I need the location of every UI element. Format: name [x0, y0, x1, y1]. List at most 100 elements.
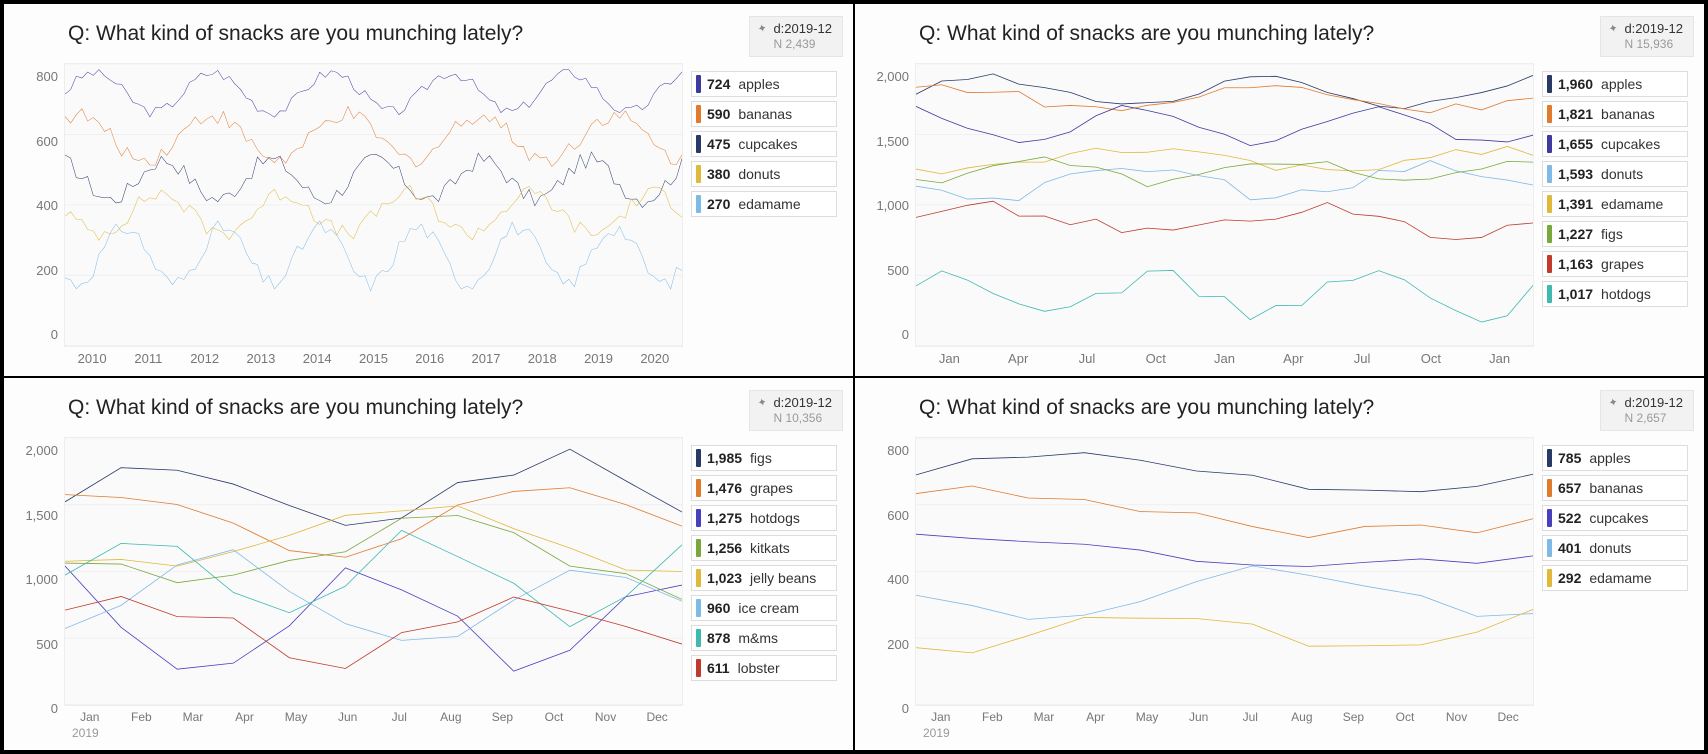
- meta-box[interactable]: ✦ d:2019-12 N 10,356: [749, 390, 843, 431]
- y-tick: 200: [36, 263, 58, 278]
- x-tick: 2016: [402, 351, 458, 366]
- series-figs[interactable]: [65, 449, 682, 525]
- chart-title: Q: What kind of snacks are you munching …: [68, 396, 523, 420]
- series-edamame[interactable]: [916, 610, 1533, 653]
- legend-item[interactable]: 1,017hotdogs: [1542, 281, 1688, 307]
- legend-item[interactable]: 1,275hotdogs: [691, 505, 837, 531]
- legend-item[interactable]: 1,960apples: [1542, 71, 1688, 97]
- x-tick: Jan: [915, 710, 967, 724]
- plot-area: 2,0001,5001,0005000JanAprJulOctJanAprJul…: [871, 63, 1534, 366]
- series-apples[interactable]: [916, 74, 1533, 109]
- y-tick: 1,000: [25, 572, 58, 587]
- meta-n: N 15,936: [1624, 37, 1683, 52]
- legend-item[interactable]: 590bananas: [691, 101, 837, 127]
- legend-item[interactable]: 785apples: [1542, 445, 1688, 471]
- legend-item[interactable]: 380donuts: [691, 161, 837, 187]
- series-ice cream[interactable]: [65, 550, 682, 641]
- legend-item[interactable]: 1,476grapes: [691, 475, 837, 501]
- panel-br: Q: What kind of snacks are you munching …: [854, 377, 1705, 751]
- legend-label: ice cream: [738, 600, 799, 616]
- y-tick: 1,500: [25, 508, 58, 523]
- legend-item[interactable]: 475cupcakes: [691, 131, 837, 157]
- legend-item[interactable]: 724apples: [691, 71, 837, 97]
- series-grapes[interactable]: [916, 201, 1533, 239]
- legend-item[interactable]: 1,256kitkats: [691, 535, 837, 561]
- legend-label: donuts: [738, 166, 780, 182]
- legend-item[interactable]: 1,593donuts: [1542, 161, 1688, 187]
- legend-item[interactable]: 1,821bananas: [1542, 101, 1688, 127]
- legend-label: lobster: [738, 660, 780, 676]
- legend-swatch: [1547, 225, 1552, 243]
- meta-box[interactable]: ✦ d:2019-12 N 2,657: [1600, 390, 1694, 431]
- x-tick: 2011: [120, 351, 176, 366]
- x-tick: Aug: [1276, 710, 1328, 724]
- legend-value: 724: [707, 76, 730, 92]
- legend-label: grapes: [1601, 256, 1644, 272]
- legend-item[interactable]: 1,227figs: [1542, 221, 1688, 247]
- legend: 785apples 657bananas 522cupcakes 401donuts 2…: [1542, 437, 1688, 740]
- legend-swatch: [1547, 165, 1552, 183]
- series-cupcakes[interactable]: [916, 534, 1533, 566]
- legend-item[interactable]: 657bananas: [1542, 475, 1688, 501]
- series-apples[interactable]: [65, 70, 682, 118]
- x-tick: Aug: [425, 710, 477, 724]
- legend-label: donuts: [1589, 540, 1631, 556]
- legend-value: 1,227: [1558, 226, 1593, 242]
- legend-value: 292: [1558, 570, 1581, 586]
- x-tick: Jul: [1053, 351, 1122, 366]
- series-lobster[interactable]: [65, 597, 682, 669]
- legend-item[interactable]: 1,163grapes: [1542, 251, 1688, 277]
- plot-canvas[interactable]: [915, 63, 1534, 347]
- series-bananas[interactable]: [916, 85, 1533, 113]
- meta-date: d:2019-12: [1624, 395, 1683, 411]
- legend-item[interactable]: 1,655cupcakes: [1542, 131, 1688, 157]
- legend-item[interactable]: 1,391edamame: [1542, 191, 1688, 217]
- x-tick: Jul: [373, 710, 425, 724]
- series-grapes[interactable]: [65, 488, 682, 558]
- legend-item[interactable]: 1,023jelly beans: [691, 565, 837, 591]
- legend-swatch: [696, 135, 701, 153]
- series-cupcakes[interactable]: [916, 106, 1533, 146]
- series-hotdogs[interactable]: [65, 566, 682, 671]
- x-tick: 2017: [458, 351, 514, 366]
- plot-canvas[interactable]: [915, 437, 1534, 706]
- legend-item[interactable]: 401donuts: [1542, 535, 1688, 561]
- series-donuts[interactable]: [916, 566, 1533, 619]
- series-jelly beans[interactable]: [65, 506, 682, 572]
- legend-swatch: [696, 449, 701, 467]
- series-bananas[interactable]: [916, 486, 1533, 538]
- chart-row: 2,0001,5001,0005000JanAprJulOctJanAprJul…: [871, 63, 1688, 366]
- meta-box[interactable]: ✦ d:2019-12 N 15,936: [1600, 16, 1694, 57]
- plot-canvas[interactable]: [64, 437, 683, 706]
- series-edamame[interactable]: [916, 147, 1533, 174]
- series-donuts[interactable]: [916, 161, 1533, 201]
- legend-label: hotdogs: [750, 510, 800, 526]
- x-tick: Jun: [322, 710, 374, 724]
- plot-canvas[interactable]: [64, 63, 683, 347]
- legend-item[interactable]: 611lobster: [691, 655, 837, 681]
- legend-item[interactable]: 292 edamame: [1542, 565, 1688, 591]
- series-hotdogs[interactable]: [916, 271, 1533, 323]
- legend: 1,960apples 1,821bananas 1,655cupcakes 1,59…: [1542, 63, 1688, 366]
- legend-item[interactable]: 270edamame: [691, 191, 837, 217]
- series-edamame[interactable]: [65, 221, 682, 291]
- legend-item[interactable]: 878m&ms: [691, 625, 837, 651]
- x-tick: Apr: [1259, 351, 1328, 366]
- legend-value: 1,017: [1558, 286, 1593, 302]
- panel-header: Q: What kind of snacks are you munching …: [871, 396, 1688, 431]
- legend-item[interactable]: 1,985figs: [691, 445, 837, 471]
- legend-label: cupcakes: [1589, 510, 1648, 526]
- legend-label: edamame: [1589, 570, 1651, 586]
- legend-value: 1,256: [707, 540, 742, 556]
- legend-item[interactable]: 960ice cream: [691, 595, 837, 621]
- meta-text: d:2019-12 N 15,936: [1624, 21, 1683, 52]
- series-donuts[interactable]: [65, 186, 682, 241]
- legend-item[interactable]: 522cupcakes: [1542, 505, 1688, 531]
- legend-label: m&ms: [738, 630, 778, 646]
- series-kitkats[interactable]: [65, 516, 682, 600]
- series-apples[interactable]: [916, 453, 1533, 492]
- meta-box[interactable]: ✦ d:2019-12 N 2,439: [749, 16, 843, 57]
- legend-swatch: [696, 569, 701, 587]
- legend-value: 475: [707, 136, 730, 152]
- series-figs[interactable]: [916, 157, 1533, 187]
